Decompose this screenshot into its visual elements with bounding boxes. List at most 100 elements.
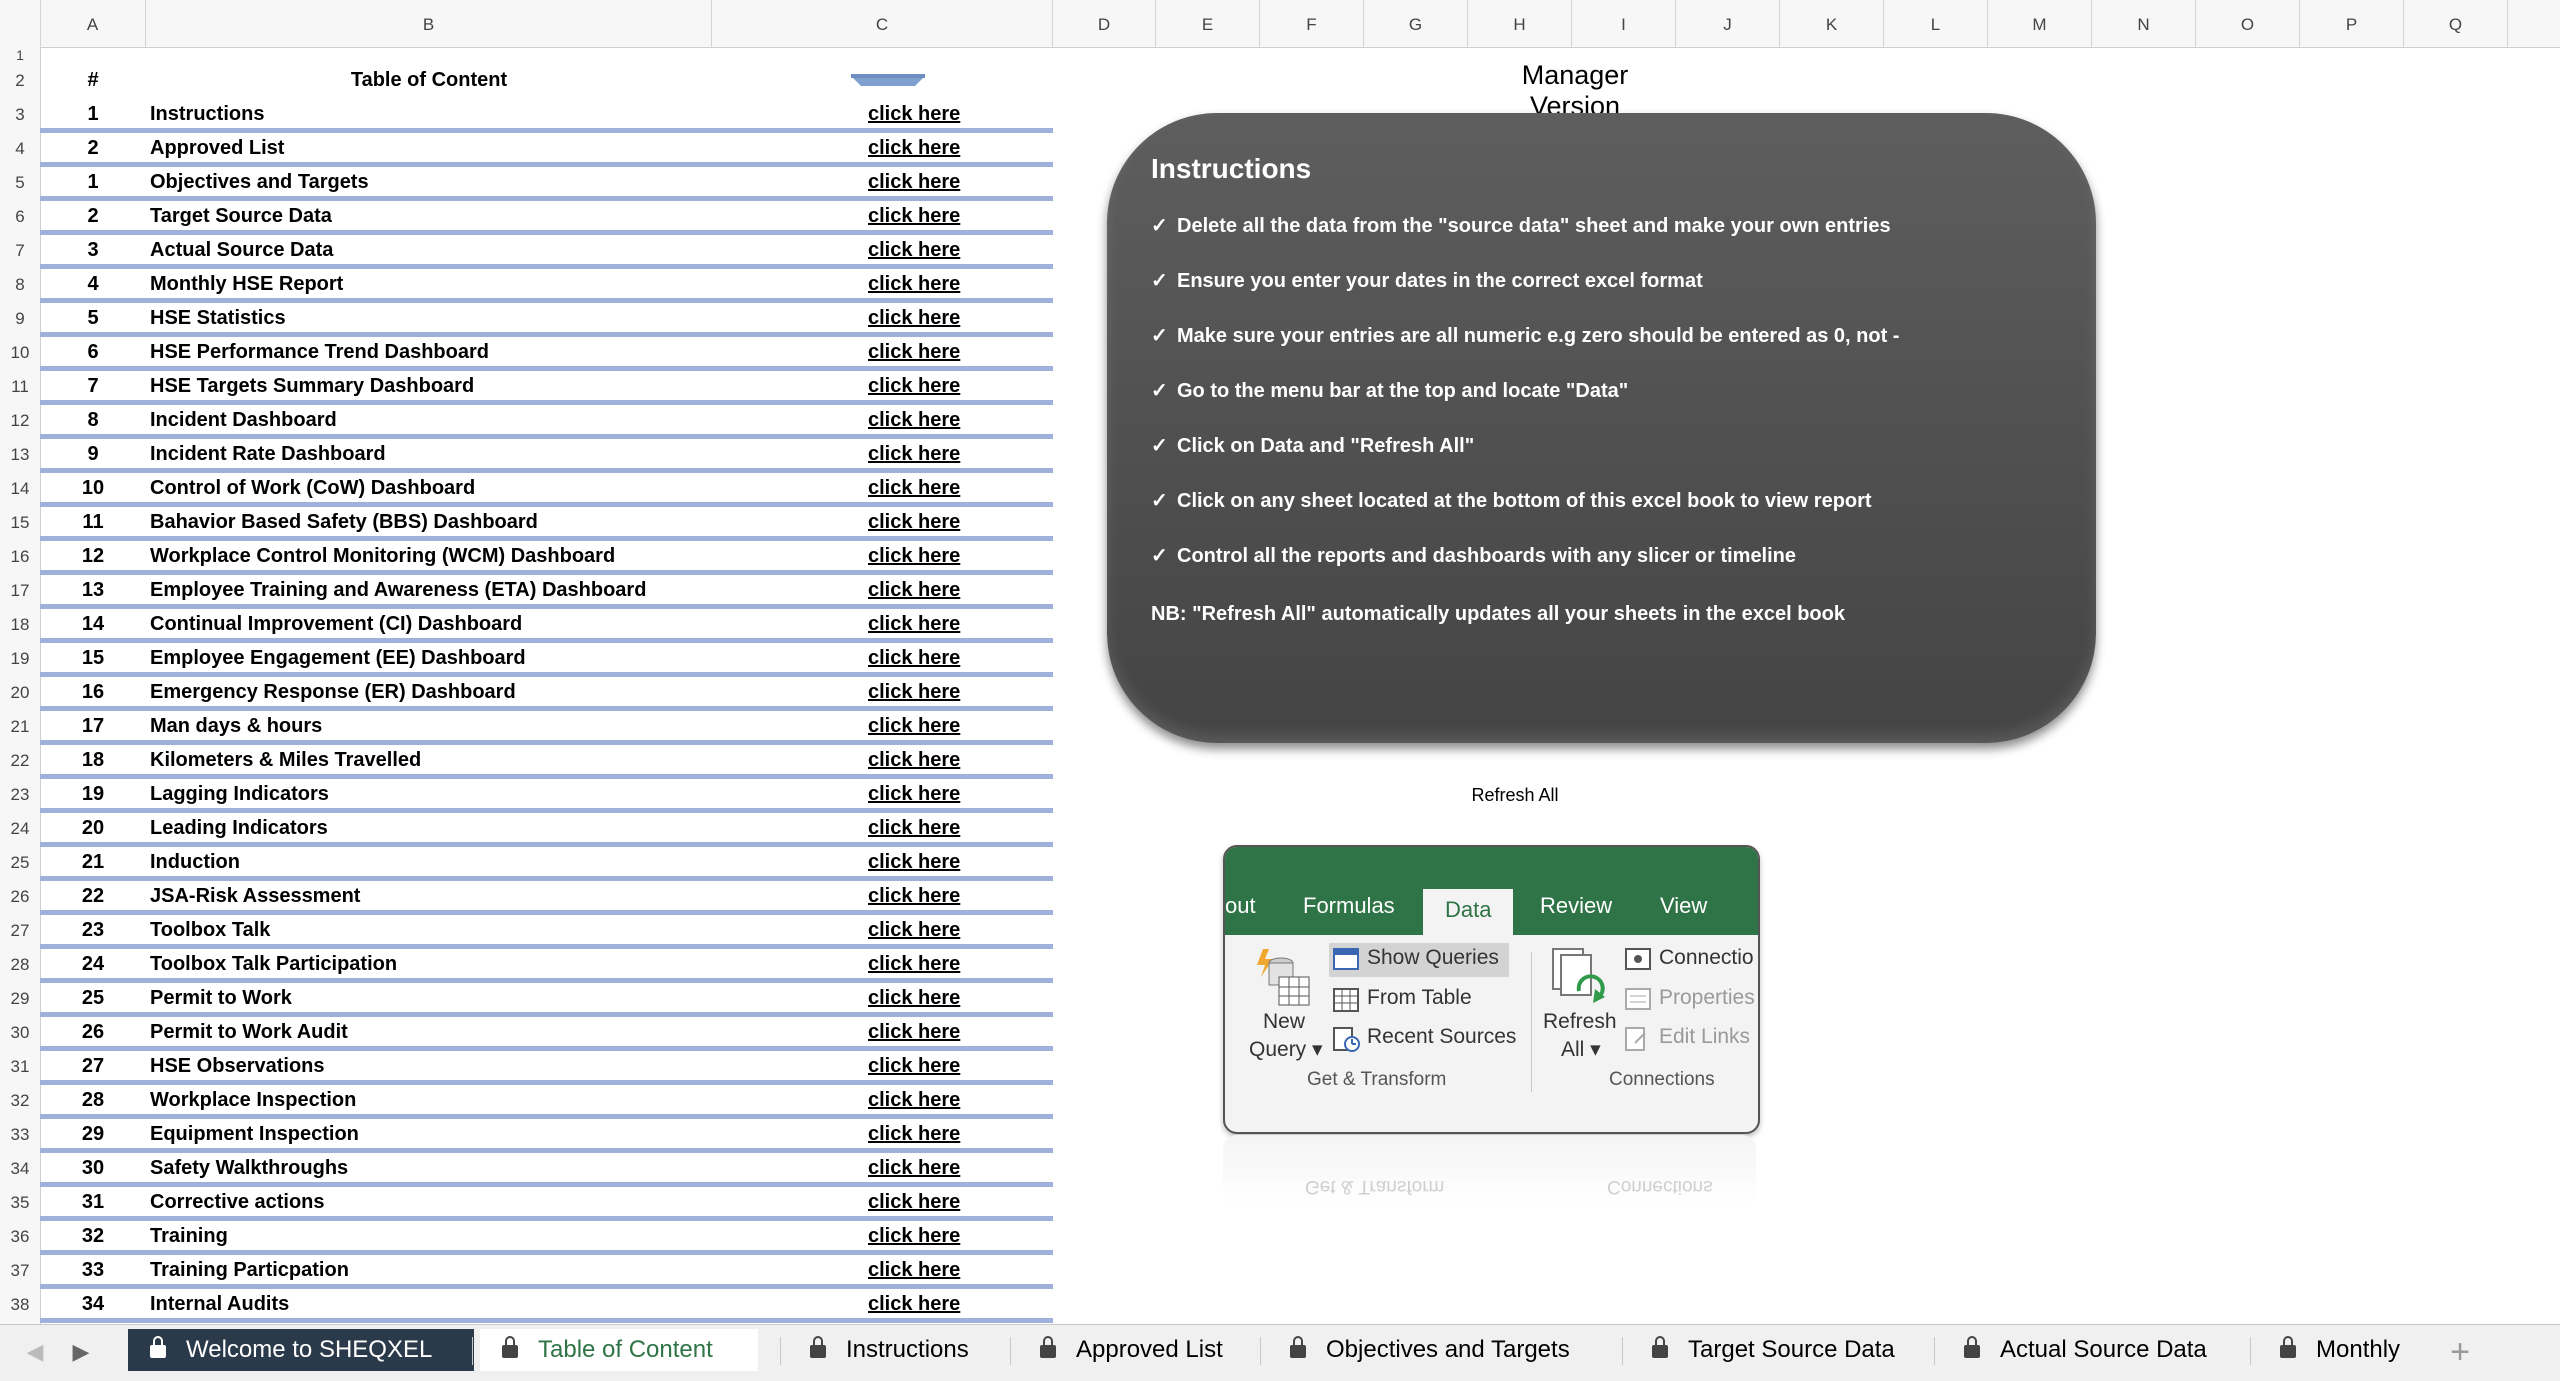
row-header[interactable]: 8 <box>0 268 40 302</box>
row-header[interactable]: 34 <box>0 1152 40 1186</box>
click-here-link[interactable]: click here <box>868 1089 960 1112</box>
sheet-tab[interactable]: Welcome to SHEQXEL <box>128 1329 474 1371</box>
column-header[interactable]: M <box>1988 0 2092 47</box>
sheet-tab[interactable]: Objectives and Targets <box>1268 1329 1610 1371</box>
column-header[interactable]: O <box>2196 0 2300 47</box>
click-here-link[interactable]: click here <box>868 749 960 772</box>
row-header[interactable]: 32 <box>0 1084 40 1118</box>
column-header[interactable]: J <box>1676 0 1780 47</box>
row-header[interactable]: 35 <box>0 1186 40 1220</box>
click-here-link[interactable]: click here <box>868 613 960 636</box>
row-header[interactable]: 14 <box>0 472 40 506</box>
row-header[interactable]: 4 <box>0 132 40 166</box>
row-header[interactable]: 7 <box>0 234 40 268</box>
row-header[interactable]: 6 <box>0 200 40 234</box>
click-here-link[interactable]: click here <box>868 273 960 296</box>
column-header[interactable]: I <box>1572 0 1676 47</box>
scroll-tabs-left-icon[interactable]: ◀ <box>20 1337 50 1367</box>
click-here-link[interactable]: click here <box>868 1123 960 1146</box>
select-all-corner[interactable] <box>0 0 41 47</box>
column-header[interactable]: K <box>1780 0 1884 47</box>
click-here-link[interactable]: click here <box>868 681 960 704</box>
click-here-link[interactable]: click here <box>868 307 960 330</box>
click-here-link[interactable]: click here <box>868 987 960 1010</box>
row-header[interactable]: 38 <box>0 1288 40 1322</box>
column-header[interactable]: P <box>2300 0 2404 47</box>
click-here-link[interactable]: click here <box>868 375 960 398</box>
column-header[interactable]: A <box>40 0 146 47</box>
click-here-link[interactable]: click here <box>868 1225 960 1248</box>
click-here-link[interactable]: click here <box>868 579 960 602</box>
column-header[interactable]: L <box>1884 0 1988 47</box>
click-here-link[interactable]: click here <box>868 103 960 126</box>
row-header[interactable]: 30 <box>0 1016 40 1050</box>
click-here-link[interactable]: click here <box>868 919 960 942</box>
properties-button[interactable]: Properties <box>1659 986 1755 1010</box>
column-header[interactable]: D <box>1053 0 1156 47</box>
row-header[interactable]: 22 <box>0 744 40 778</box>
recent-sources-button[interactable]: Recent Sources <box>1367 1025 1516 1049</box>
click-here-link[interactable]: click here <box>868 341 960 364</box>
click-here-link[interactable]: click here <box>868 545 960 568</box>
row-header[interactable]: 13 <box>0 438 40 472</box>
sheet-tab[interactable]: Target Source Data <box>1630 1329 1922 1371</box>
row-header[interactable]: 3 <box>0 98 40 132</box>
click-here-link[interactable]: click here <box>868 885 960 908</box>
row-header[interactable]: 9 <box>0 302 40 336</box>
edit-links-button[interactable]: Edit Links <box>1659 1025 1750 1049</box>
row-header[interactable]: 12 <box>0 404 40 438</box>
sheet-tab[interactable]: Actual Source Data <box>1942 1329 2238 1371</box>
row-header[interactable]: 17 <box>0 574 40 608</box>
sheet-tab[interactable]: Monthly <box>2258 1329 2418 1371</box>
show-queries-button[interactable]: Show Queries <box>1367 946 1499 970</box>
connections-button[interactable]: Connectio <box>1659 946 1754 970</box>
click-here-link[interactable]: click here <box>868 817 960 840</box>
click-here-link[interactable]: click here <box>868 783 960 806</box>
click-here-link[interactable]: click here <box>868 1191 960 1214</box>
row-header[interactable]: 33 <box>0 1118 40 1152</box>
click-here-link[interactable]: click here <box>868 1055 960 1078</box>
row-header[interactable]: 2 <box>0 64 40 98</box>
click-here-link[interactable]: click here <box>868 477 960 500</box>
click-here-link[interactable]: click here <box>868 511 960 534</box>
row-header[interactable]: 20 <box>0 676 40 710</box>
scroll-tabs-right-icon[interactable]: ▶ <box>66 1337 96 1367</box>
sheet-tab[interactable]: Approved List <box>1018 1329 1246 1371</box>
sheet-tab[interactable]: Table of Content <box>480 1329 758 1371</box>
row-header[interactable]: 36 <box>0 1220 40 1254</box>
row-header[interactable]: 28 <box>0 948 40 982</box>
click-here-link[interactable]: click here <box>868 715 960 738</box>
click-here-link[interactable]: click here <box>868 1021 960 1044</box>
click-here-link[interactable]: click here <box>868 1259 960 1282</box>
from-table-button[interactable]: From Table <box>1367 986 1472 1010</box>
column-header[interactable]: F <box>1260 0 1364 47</box>
row-header[interactable]: 31 <box>0 1050 40 1084</box>
row-header[interactable]: 23 <box>0 778 40 812</box>
add-sheet-icon[interactable]: + <box>2440 1333 2480 1373</box>
column-header[interactable]: E <box>1156 0 1260 47</box>
column-header[interactable]: Q <box>2404 0 2508 47</box>
row-header[interactable]: 19 <box>0 642 40 676</box>
row-header[interactable]: 1 <box>0 47 40 64</box>
row-header[interactable]: 25 <box>0 846 40 880</box>
click-here-link[interactable]: click here <box>868 443 960 466</box>
click-here-link[interactable]: click here <box>868 851 960 874</box>
row-header[interactable]: 16 <box>0 540 40 574</box>
sheet-tab[interactable]: Instructions <box>788 1329 998 1371</box>
row-header[interactable]: 15 <box>0 506 40 540</box>
click-here-link[interactable]: click here <box>868 953 960 976</box>
row-header[interactable]: 11 <box>0 370 40 404</box>
click-here-link[interactable]: click here <box>868 409 960 432</box>
column-header[interactable]: G <box>1364 0 1468 47</box>
click-here-link[interactable]: click here <box>868 1157 960 1180</box>
row-header[interactable]: 24 <box>0 812 40 846</box>
row-header[interactable]: 21 <box>0 710 40 744</box>
row-header[interactable]: 27 <box>0 914 40 948</box>
click-here-link[interactable]: click here <box>868 239 960 262</box>
column-header[interactable]: N <box>2092 0 2196 47</box>
row-header[interactable]: 10 <box>0 336 40 370</box>
row-header[interactable]: 5 <box>0 166 40 200</box>
row-header[interactable]: 18 <box>0 608 40 642</box>
click-here-link[interactable]: click here <box>868 1293 960 1316</box>
click-here-link[interactable]: click here <box>868 205 960 228</box>
